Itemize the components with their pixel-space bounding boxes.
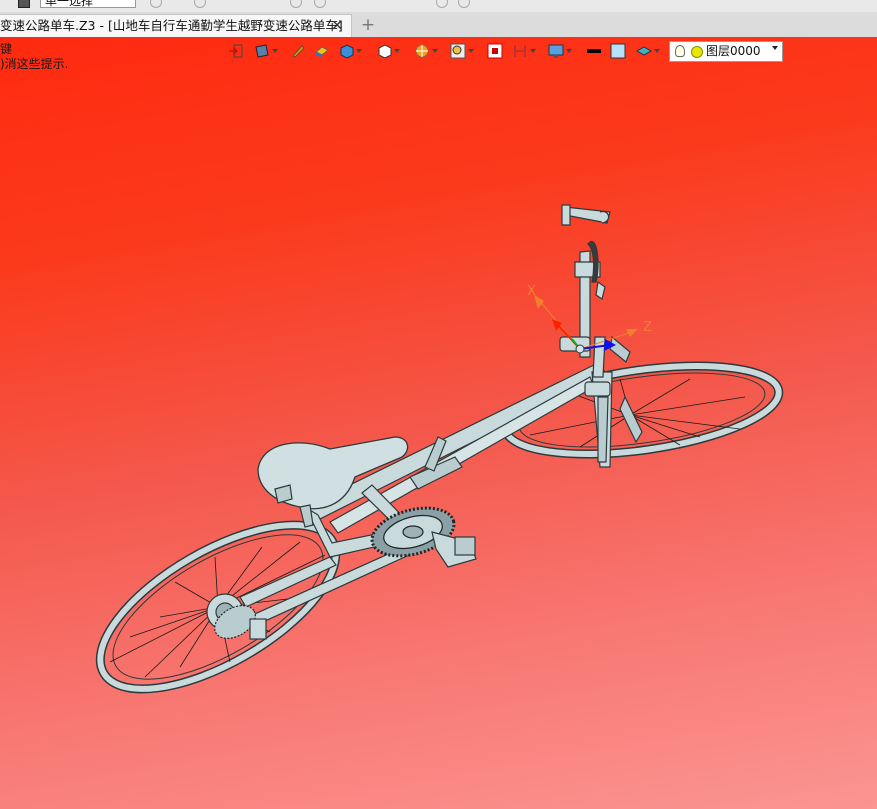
quick-access-toolbar: 单一选择 bbox=[0, 0, 877, 12]
tool-icon[interactable] bbox=[458, 0, 470, 8]
render-icon[interactable] bbox=[414, 43, 438, 59]
layer-manager-icon[interactable] bbox=[635, 43, 660, 59]
tool-icon[interactable] bbox=[194, 0, 206, 8]
clip-plane-icon[interactable] bbox=[512, 43, 536, 59]
selection-icon[interactable] bbox=[18, 0, 30, 8]
zoom-icon[interactable] bbox=[450, 43, 474, 59]
axis-x-label: X bbox=[527, 284, 536, 299]
new-tab-button[interactable]: + bbox=[358, 14, 378, 36]
tool-icon[interactable] bbox=[436, 0, 448, 8]
close-icon[interactable]: ✕ bbox=[331, 15, 343, 37]
line-color-icon[interactable] bbox=[586, 43, 602, 59]
tool-icon[interactable] bbox=[314, 0, 326, 8]
section-icon[interactable] bbox=[487, 43, 503, 59]
selection-filter-dropdown[interactable]: 单一选择 bbox=[40, 0, 136, 8]
shade-mode-icon[interactable] bbox=[314, 43, 330, 59]
cube-display-icon[interactable] bbox=[338, 43, 362, 59]
monitor-icon[interactable] bbox=[548, 43, 572, 59]
bulb-icon[interactable] bbox=[675, 45, 685, 57]
pen-icon[interactable] bbox=[290, 43, 306, 59]
brake bbox=[274, 484, 293, 504]
tool-icon[interactable] bbox=[150, 0, 162, 8]
3d-viewport[interactable]: 键 )消这些提示. X Z 图层0000 bbox=[0, 37, 877, 809]
layer-color-icon bbox=[691, 46, 703, 58]
axis-z-label: Z bbox=[643, 320, 652, 335]
document-tab-bar: 变速公路单车.Z3 - [山地车自行车通勤学生越野变速公路单车] ✕ + bbox=[0, 12, 877, 38]
tool-icon[interactable] bbox=[290, 0, 302, 8]
exit-icon[interactable] bbox=[228, 43, 244, 59]
layer-name: 图层0000 bbox=[706, 44, 761, 58]
view-orient-icon[interactable] bbox=[254, 43, 278, 59]
chevron-down-icon[interactable] bbox=[772, 46, 778, 50]
tab-title: 变速公路单车.Z3 - [山地车自行车通勤学生越野变速公路单车] bbox=[0, 18, 343, 33]
wireframe-cube-icon[interactable] bbox=[376, 43, 400, 59]
fill-color-icon[interactable] bbox=[610, 43, 626, 59]
layer-dropdown[interactable]: 图层0000 bbox=[669, 41, 783, 62]
tab-document[interactable]: 变速公路单车.Z3 - [山地车自行车通勤学生越野变速公路单车] ✕ bbox=[0, 14, 352, 37]
bicycle-model[interactable]: X Z bbox=[0, 37, 877, 809]
